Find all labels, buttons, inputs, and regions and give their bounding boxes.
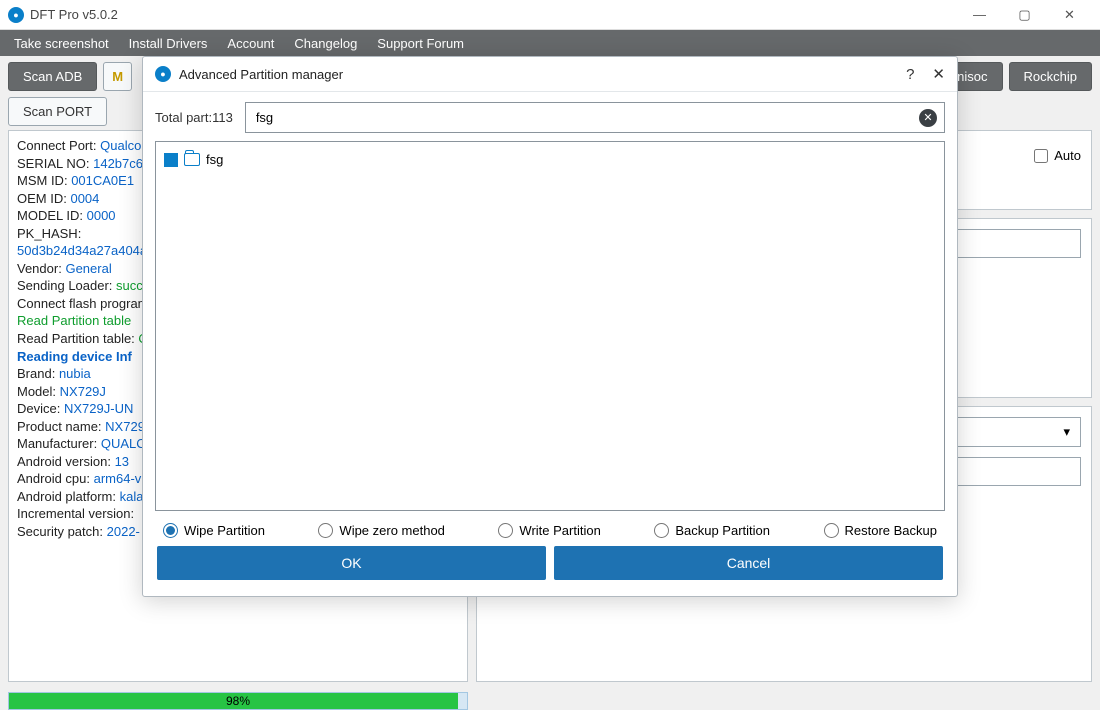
partition-search-input[interactable]: [245, 102, 945, 133]
dialog-titlebar: ● Advanced Partition manager ? ✕: [143, 57, 957, 92]
checkbox-icon[interactable]: [164, 153, 178, 167]
partition-manager-dialog: ● Advanced Partition manager ? ✕ Total p…: [142, 56, 958, 597]
total-part-label: Total part:113: [155, 110, 233, 125]
dialog-close-button[interactable]: ✕: [932, 65, 945, 83]
radio-wipe-partition[interactable]: Wipe Partition: [163, 523, 265, 538]
ok-button[interactable]: OK: [157, 546, 546, 580]
clear-search-button[interactable]: ✕: [919, 109, 937, 127]
cancel-button[interactable]: Cancel: [554, 546, 943, 580]
dialog-overlay: ● Advanced Partition manager ? ✕ Total p…: [0, 0, 1100, 668]
progress-bar: 98%: [8, 692, 468, 710]
radio-write-partition[interactable]: Write Partition: [498, 523, 600, 538]
dialog-icon: ●: [155, 66, 171, 82]
folder-icon: [184, 153, 200, 166]
radio-wipe-zero[interactable]: Wipe zero method: [318, 523, 445, 538]
progress-text: 98%: [226, 694, 250, 708]
partition-name: fsg: [206, 152, 223, 167]
help-button[interactable]: ?: [906, 66, 914, 83]
partition-list-item[interactable]: fsg: [164, 150, 936, 169]
radio-backup-partition[interactable]: Backup Partition: [654, 523, 770, 538]
action-radios: Wipe Partition Wipe zero method Write Pa…: [155, 511, 945, 546]
search-container: ✕: [245, 102, 945, 133]
partition-list[interactable]: fsg: [155, 141, 945, 511]
dialog-body: Total part:113 ✕ fsg Wipe Partition Wipe…: [143, 92, 957, 596]
radio-restore-backup[interactable]: Restore Backup: [824, 523, 938, 538]
dialog-title: Advanced Partition manager: [179, 67, 343, 82]
